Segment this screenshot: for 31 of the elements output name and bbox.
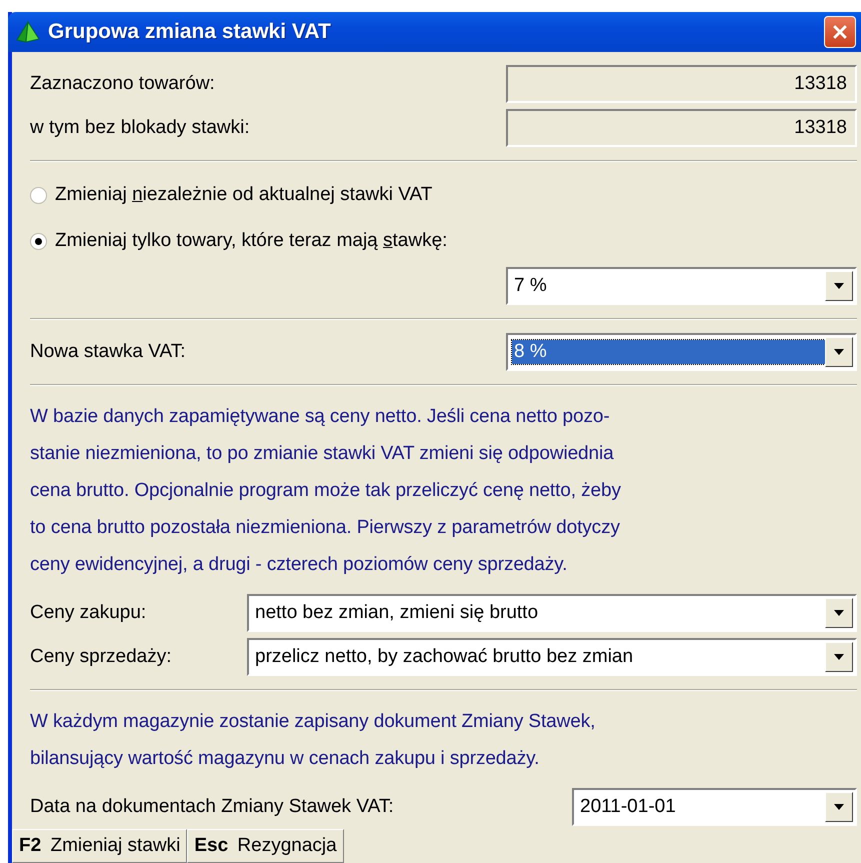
- radio-label[interactable]: Zmieniaj tylko towary, które teraz mają stawkę:: [55, 230, 448, 252]
- info-text: W bazie danych zapamiętywane są ceny netto. Jeśli cena netto pozo- stanie niezmieniona, to po zmianie stawki VAT zmieni się odpowiednia cena brutto. Opcjonalnie program może tak przeliczyć cenę netto, żeby to cena brutto pozostała niezmieniona. Pierwszy z parametrów dotyczy ceny ewidencyjnej, a drugi - czterech poziomów ceny sprzedaży.: [30, 405, 622, 577]
- close-button[interactable]: [824, 16, 856, 48]
- field-label: Ceny sprzedaży:: [30, 646, 173, 668]
- field-label: Nowa stawka VAT:: [30, 341, 186, 363]
- radio-button[interactable]: [30, 232, 47, 250]
- info-text: W każdym magazynie zostanie zapisany dokument Zmiany Stawek, bilansujący wartość magazynu w cenach zakupu i sprzedaży.: [30, 710, 596, 771]
- close-icon: [833, 25, 847, 39]
- field-label: w tym bez blokady stawki:: [30, 117, 250, 139]
- field-label: Data na dokumentach Zmiany Stawek VAT:: [30, 796, 394, 818]
- shortcut-button[interactable]: F2 Zmieniaj stawki: [12, 829, 188, 863]
- count-field: 13318: [506, 65, 857, 103]
- caret-icon: [834, 804, 844, 810]
- pyramid-icon: [16, 21, 40, 43]
- caret-icon: [834, 654, 844, 660]
- caret-icon: [834, 283, 844, 289]
- shortcut-button[interactable]: Esc Rezygnacja: [187, 829, 344, 863]
- dropdown-button[interactable]: [825, 792, 853, 822]
- radio-button[interactable]: [30, 186, 47, 204]
- dropdown-field[interactable]: 8 %: [510, 337, 825, 367]
- window-title: Grupowa zmiana stawki VAT: [48, 20, 332, 44]
- caret-icon: [834, 349, 844, 355]
- field-label: Zaznaczono towarów:: [30, 73, 215, 95]
- dropdown-button[interactable]: [825, 337, 853, 367]
- dropdown-button[interactable]: [825, 271, 853, 301]
- count-field: 13318: [506, 109, 857, 147]
- dropdown-button[interactable]: [825, 598, 853, 628]
- radio-label[interactable]: Zmieniaj niezależnie od aktualnej stawki VAT: [55, 184, 432, 206]
- caret-icon: [834, 610, 844, 616]
- field-label: Ceny zakupu:: [30, 602, 148, 624]
- dropdown-button[interactable]: [825, 642, 853, 672]
